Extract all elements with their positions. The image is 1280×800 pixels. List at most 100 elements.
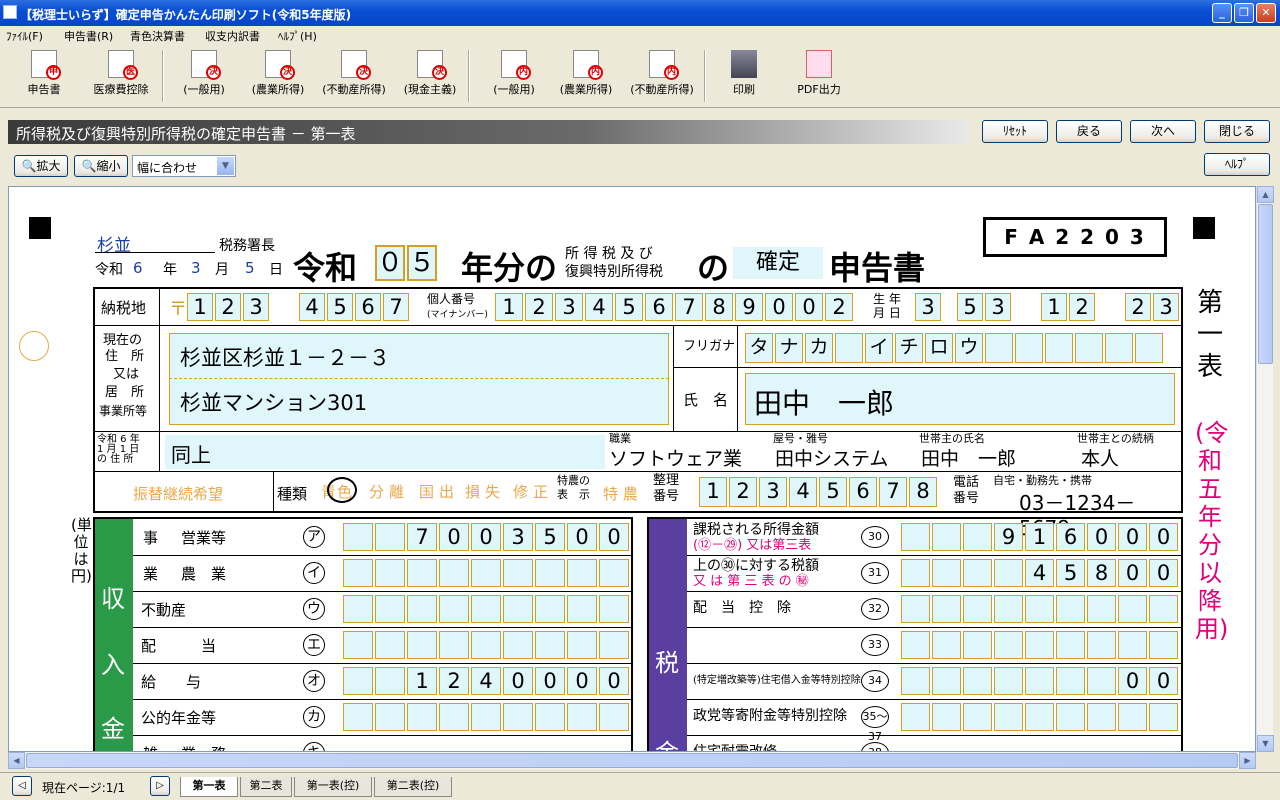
back-button[interactable]: 戻る	[1056, 120, 1122, 143]
furigana-char[interactable]: カ	[805, 333, 833, 363]
print-button[interactable]: 印刷	[722, 50, 766, 97]
income-digit[interactable]: 1	[407, 667, 437, 695]
income-digit[interactable]	[375, 523, 405, 551]
mynumber-digit[interactable]: 8	[705, 293, 733, 321]
tool-medical-button[interactable]: 医医療費控除	[86, 50, 156, 97]
tax-digit[interactable]	[1118, 595, 1147, 623]
mynumber-digit[interactable]: 2	[825, 293, 853, 321]
close-window-button[interactable]: ✕	[1256, 3, 1276, 23]
mynumber-digit[interactable]: 0	[795, 293, 823, 321]
income-digit[interactable]: 0	[535, 667, 565, 695]
zip-digit[interactable]: 1	[187, 293, 213, 321]
tax-digit[interactable]	[994, 559, 1023, 587]
tax-digit[interactable]	[963, 667, 992, 695]
mynumber-digit[interactable]: 1	[495, 293, 523, 321]
birth-digit[interactable]: 2	[1125, 293, 1151, 321]
tax-digit[interactable]	[1149, 631, 1178, 659]
income-digit[interactable]: 0	[439, 523, 469, 551]
menu-blue-return[interactable]: 青色決算書	[130, 28, 185, 44]
income-digit[interactable]	[343, 595, 373, 623]
address-line-2[interactable]: 杉並マンション301	[169, 379, 669, 425]
close-button[interactable]: 閉じる	[1204, 120, 1270, 143]
income-digit[interactable]	[439, 595, 469, 623]
tax-digit[interactable]	[963, 559, 992, 587]
income-digit[interactable]	[343, 559, 373, 587]
minimize-button[interactable]: _	[1212, 3, 1232, 23]
tax-digit[interactable]	[1118, 631, 1147, 659]
date-year[interactable]: 6	[133, 259, 143, 277]
zoom-out-button[interactable]: 🔍縮小	[74, 155, 128, 177]
birth-digit[interactable]: 1	[1041, 293, 1067, 321]
zip-digit[interactable]: 5	[327, 293, 353, 321]
mynumber-digit[interactable]: 9	[735, 293, 763, 321]
furigana-char[interactable]	[1075, 333, 1103, 363]
yago-field[interactable]: 田中システム	[775, 447, 915, 471]
tax-digit[interactable]: 4	[1025, 559, 1054, 587]
job-field[interactable]: ソフトウェア業	[609, 447, 769, 471]
mynumber-digit[interactable]: 0	[765, 293, 793, 321]
zip-digit[interactable]: 4	[299, 293, 325, 321]
income-digit[interactable]	[567, 559, 597, 587]
tax-digit[interactable]	[932, 523, 961, 551]
income-digit[interactable]	[471, 559, 501, 587]
head-field[interactable]: 田中 一郎	[921, 447, 1071, 471]
income-digit[interactable]	[439, 631, 469, 659]
address-line-1[interactable]: 杉並区杉並１－２－３	[169, 333, 669, 379]
tokuno-option[interactable]: 特 農	[603, 483, 638, 504]
income-digit[interactable]	[407, 631, 437, 659]
tax-digit[interactable]	[932, 667, 961, 695]
horizontal-scrollbar[interactable]: ◀ ▶	[8, 752, 1256, 769]
income-digit[interactable]: 0	[567, 523, 597, 551]
form-canvas[interactable]: F A 2 2 0 3 杉並 税務署長 令和 6 年 3 月 5 日 令和 ０ …	[8, 186, 1256, 752]
income-digit[interactable]	[471, 595, 501, 623]
tax-digit[interactable]: 0	[1118, 559, 1147, 587]
income-digit[interactable]	[439, 703, 469, 731]
prev-page-button[interactable]: ◁	[12, 776, 32, 796]
tool-shinkokusho-button[interactable]: 申申告書	[22, 50, 66, 97]
tax-digit[interactable]	[932, 631, 961, 659]
tax-digit[interactable]	[901, 523, 930, 551]
tax-digit[interactable]	[901, 667, 930, 695]
relation-field[interactable]: 本人	[1081, 447, 1181, 471]
tax-digit[interactable]: 0	[1149, 559, 1178, 587]
furigana-char[interactable]	[1105, 333, 1133, 363]
name-field[interactable]: 田中 一郎	[745, 373, 1175, 425]
income-digit[interactable]	[567, 703, 597, 731]
tax-digit[interactable]: 0	[1087, 523, 1116, 551]
furigana-char[interactable]: チ	[895, 333, 923, 363]
income-digit[interactable]	[375, 595, 405, 623]
income-digit[interactable]	[471, 703, 501, 731]
income-digit[interactable]	[535, 559, 565, 587]
income-digit[interactable]	[343, 703, 373, 731]
tax-digit[interactable]: 0	[1149, 523, 1178, 551]
income-digit[interactable]	[375, 559, 405, 587]
income-digit[interactable]	[503, 703, 533, 731]
tax-digit[interactable]: 6	[1056, 523, 1085, 551]
zoom-in-button[interactable]: 🔍拡大	[14, 155, 68, 177]
tax-digit[interactable]	[1025, 595, 1054, 623]
tab-dainihyo[interactable]: 第二表	[240, 777, 292, 797]
furigana-char[interactable]	[1045, 333, 1073, 363]
income-digit[interactable]	[375, 703, 405, 731]
income-digit[interactable]: 5	[535, 523, 565, 551]
tab-daiippyo-copy[interactable]: 第一表(控)	[294, 777, 372, 797]
income-digit[interactable]	[343, 667, 373, 695]
income-digit[interactable]	[535, 595, 565, 623]
seiri-digit[interactable]: 7	[879, 477, 907, 507]
tab-dainihyo-copy[interactable]: 第二表(控)	[374, 777, 452, 797]
income-digit[interactable]	[599, 595, 629, 623]
birth-digit[interactable]: 3	[985, 293, 1011, 321]
scroll-up-icon[interactable]: ▲	[1257, 186, 1274, 203]
income-digit[interactable]	[503, 559, 533, 587]
tax-digit[interactable]: 9	[994, 523, 1023, 551]
birth-era[interactable]: 3	[915, 293, 941, 321]
zip-digit[interactable]: 3	[243, 293, 269, 321]
pdf-button[interactable]: PDF出力	[792, 50, 846, 97]
reset-button[interactable]: ﾘｾｯﾄ	[982, 120, 1048, 143]
next-button[interactable]: 次へ	[1130, 120, 1196, 143]
furigana-char[interactable]	[985, 333, 1013, 363]
income-digit[interactable]	[503, 595, 533, 623]
tool-kessan-agri-button[interactable]: 決 (農業所得)	[246, 50, 310, 97]
zip-digit[interactable]: 7	[383, 293, 409, 321]
tax-digit[interactable]: 0	[1118, 523, 1147, 551]
